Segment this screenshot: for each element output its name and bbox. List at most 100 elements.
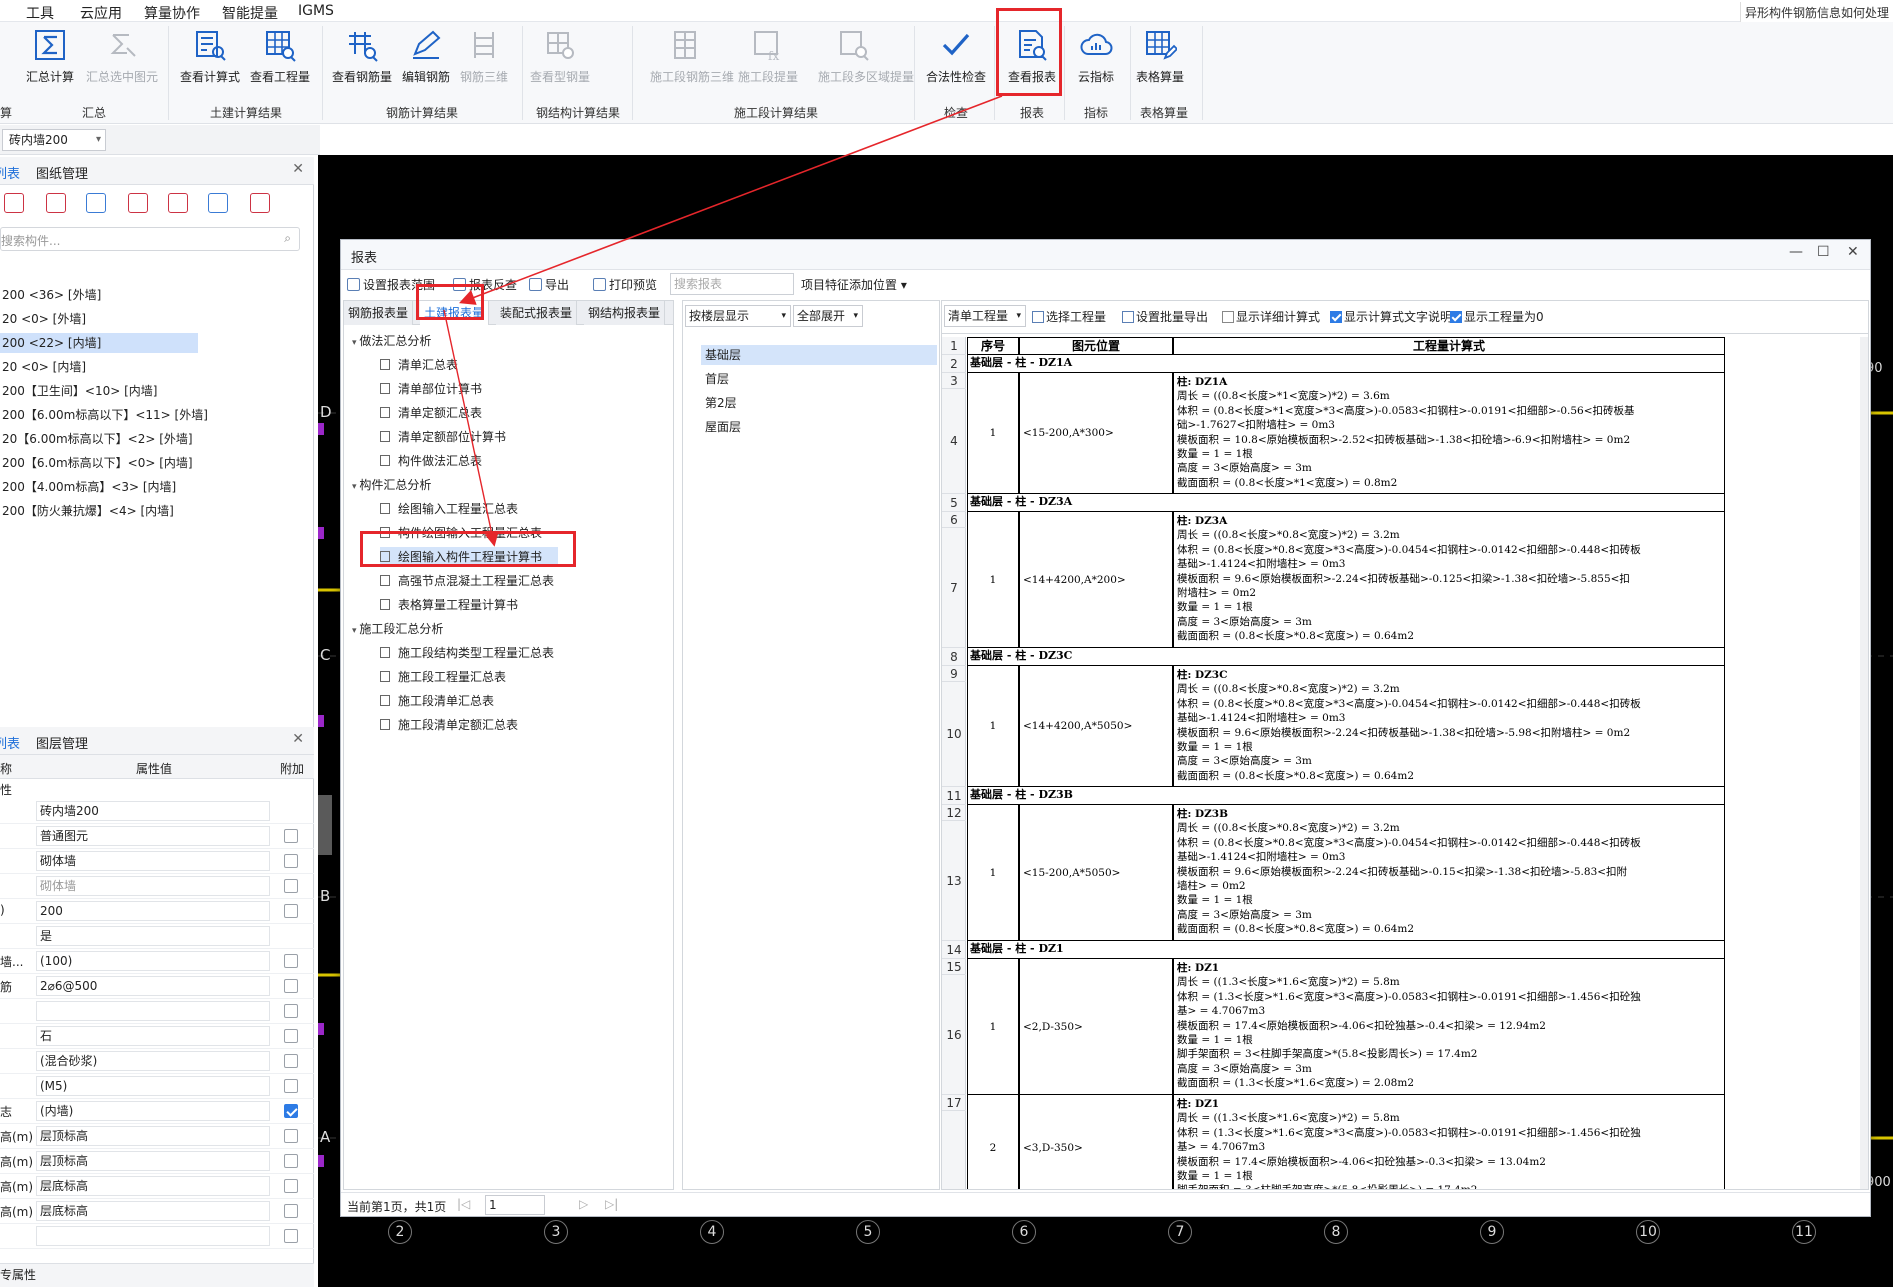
- tab-property-list[interactable]: 列表: [0, 733, 20, 752]
- menu-smart-quantity[interactable]: 智能提量: [222, 3, 278, 23]
- menu-cloud-app[interactable]: 云应用: [80, 3, 122, 23]
- property-value[interactable]: 2⌀6@500: [36, 976, 270, 996]
- report-tree-item[interactable]: 清单定额部位计算书: [380, 427, 506, 447]
- element-position-cell[interactable]: <14+4200,A*200>: [1019, 512, 1173, 648]
- sequence-cell[interactable]: 1: [967, 512, 1019, 648]
- formula-cell[interactable]: 柱: DZ3C 周长 = ((0.8<长度>*0.8<宽度>)*2) = 3.2m…: [1173, 666, 1725, 787]
- view-quantity-button[interactable]: 查看工程量: [244, 28, 316, 85]
- close-icon[interactable]: ✕: [292, 731, 304, 747]
- list-item-selected[interactable]: 200 <22> [内墙]: [0, 333, 198, 353]
- report-tree-item[interactable]: 清单部位计算书: [380, 379, 482, 399]
- notice-link[interactable]: 异形构件钢筋信息如何处理: [1739, 2, 1893, 23]
- cloud-index-button[interactable]: 云指标: [1060, 28, 1132, 85]
- list-item[interactable]: 200 <36> [外墙]: [0, 285, 101, 305]
- view-steel-button[interactable]: 查看型钢量: [524, 28, 596, 85]
- property-value[interactable]: 砌体墙: [36, 851, 270, 871]
- report-tree-item[interactable]: 清单定额汇总表: [380, 403, 482, 423]
- minimize-icon[interactable]: —: [1789, 244, 1803, 260]
- checkbox[interactable]: [1222, 311, 1234, 323]
- table-group-row[interactable]: 基础层 - 柱 - DZ3C: [967, 648, 1725, 666]
- property-add-checkbox[interactable]: [284, 954, 298, 968]
- menu-tools[interactable]: 工具: [26, 3, 54, 23]
- property-value[interactable]: (M5): [36, 1076, 270, 1096]
- rebar-3d-button[interactable]: 钢筋三维: [448, 28, 520, 85]
- summary-selected-button[interactable]: 汇总选中图元: [86, 28, 158, 85]
- tab-layer-management[interactable]: 图层管理: [36, 733, 88, 752]
- list-item[interactable]: 200【4.00m标高】<3> [内墙]: [0, 477, 176, 497]
- first-page-icon[interactable]: |◁: [457, 1197, 470, 1211]
- vertical-scrollbar[interactable]: [1860, 337, 1868, 1189]
- close-icon[interactable]: ✕: [1847, 244, 1859, 260]
- report-tree-item[interactable]: 高强节点混凝土工程量汇总表: [380, 571, 554, 591]
- property-add-checkbox[interactable]: [284, 854, 298, 868]
- component-search-input[interactable]: 搜索构件... ⌕: [0, 227, 300, 251]
- table-group-row[interactable]: 基础层 - 柱 - DZ1: [967, 941, 1725, 959]
- maximize-icon[interactable]: ☐: [1817, 244, 1830, 260]
- list-item[interactable]: 200【6.0m标高以下】<0> [内墙]: [0, 453, 193, 473]
- property-value[interactable]: 是: [36, 926, 270, 946]
- report-tree-item[interactable]: 施工段工程量汇总表: [380, 667, 506, 687]
- property-value[interactable]: 普通图元: [36, 826, 270, 846]
- select-quantity-button[interactable]: 选择工程量: [1032, 308, 1106, 325]
- property-add-checkbox[interactable]: [284, 879, 298, 893]
- property-value[interactable]: (100): [36, 951, 270, 971]
- list-item[interactable]: 200【卫生间】<10> [内墙]: [0, 381, 157, 401]
- segment-rebar-3d-button[interactable]: 施工段钢筋三维: [650, 28, 734, 85]
- element-position-cell[interactable]: <15-200,A*300>: [1019, 373, 1173, 494]
- property-add-checkbox[interactable]: [284, 829, 298, 843]
- layer-copy-icon[interactable]: [128, 193, 148, 213]
- report-tree-item[interactable]: 施工段清单定额汇总表: [380, 715, 518, 735]
- checkbox[interactable]: [1450, 311, 1462, 323]
- list-item[interactable]: 20 <0> [外墙]: [0, 309, 86, 329]
- copy-icon[interactable]: [4, 193, 24, 213]
- property-add-checkbox[interactable]: [284, 979, 298, 993]
- property-value[interactable]: [36, 1226, 270, 1246]
- table-quantity-button[interactable]: 表格算量: [1124, 28, 1196, 85]
- report-tree-group[interactable]: ▾ 施工段汇总分析: [352, 619, 443, 639]
- menu-collab[interactable]: 算量协作: [144, 3, 200, 23]
- list-item[interactable]: 200【6.00m标高以下】<11> [外墙]: [0, 405, 208, 425]
- sequence-cell[interactable]: 1: [967, 373, 1019, 494]
- element-position-cell[interactable]: <3,D-350>: [1019, 1095, 1173, 1189]
- formula-cell[interactable]: 柱: DZ1 周长 = ((1.3<长度>*1.6<宽度>)*2) = 5.8m 体…: [1173, 959, 1725, 1095]
- element-position-cell[interactable]: <2,D-350>: [1019, 959, 1173, 1095]
- element-position-cell[interactable]: <15-200,A*5050>: [1019, 805, 1173, 941]
- property-value[interactable]: 砖内墙200: [36, 801, 270, 821]
- table-group-row[interactable]: 基础层 - 柱 - DZ1A: [967, 355, 1725, 373]
- element-position-cell[interactable]: <14+4200,A*5050>: [1019, 666, 1173, 787]
- menu-igms[interactable]: IGMS: [298, 3, 334, 19]
- floor-item[interactable]: 第2层: [701, 393, 937, 413]
- quantity-type-dropdown[interactable]: 清单工程量 ▾: [944, 305, 1026, 327]
- formula-cell[interactable]: 柱: DZ3B 周长 = ((0.8<长度>*0.8<宽度>)*2) = 3.2m…: [1173, 805, 1725, 941]
- property-add-checkbox[interactable]: [284, 1079, 298, 1093]
- property-add-checkbox[interactable]: [284, 1129, 298, 1143]
- report-tree-item[interactable]: 绘图输入工程量汇总表: [380, 499, 518, 519]
- view-formula-button[interactable]: 查看计算式: [174, 28, 246, 85]
- next-page-icon[interactable]: ▷: [579, 1197, 588, 1211]
- property-add-checkbox[interactable]: [284, 1054, 298, 1068]
- segment-quantity-button[interactable]: fx 施工段提量: [732, 28, 804, 85]
- property-value[interactable]: [36, 1001, 270, 1021]
- formula-cell[interactable]: 柱: DZ3A 周长 = ((0.8<长度>*0.8<宽度>)*2) = 3.2m…: [1173, 512, 1725, 648]
- property-add-checkbox[interactable]: [284, 1204, 298, 1218]
- property-add-checkbox[interactable]: [284, 1004, 298, 1018]
- show-detail-checkbox[interactable]: 显示详细计算式: [1222, 308, 1320, 325]
- sort-icon[interactable]: [208, 193, 228, 213]
- tab-drawing-management[interactable]: 图纸管理: [36, 163, 88, 182]
- sequence-cell[interactable]: 1: [967, 959, 1019, 1095]
- show-zero-checkbox[interactable]: 显示工程量为0: [1450, 308, 1544, 325]
- report-tree-item[interactable]: 施工段清单汇总表: [380, 691, 494, 711]
- report-tree-group[interactable]: ▾ 做法汇总分析: [352, 331, 431, 351]
- floor-item[interactable]: 屋面层: [701, 417, 937, 437]
- floor-display-dropdown[interactable]: 按楼层显示 ▾: [685, 305, 791, 327]
- tab-prefab-report[interactable]: 装配式报表量: [496, 301, 578, 325]
- list-item[interactable]: 20 <0> [内墙]: [0, 357, 86, 377]
- property-add-checkbox[interactable]: [284, 1179, 298, 1193]
- sequence-cell[interactable]: 1: [967, 805, 1019, 941]
- property-value[interactable]: 层底标高: [36, 1201, 270, 1221]
- report-tree-item[interactable]: 表格算量工程量计算书: [380, 595, 518, 615]
- feature-position-dropdown[interactable]: 项目特征添加位置 ▾: [801, 276, 907, 293]
- property-value[interactable]: 层顶标高: [36, 1151, 270, 1171]
- duplicate-icon[interactable]: [86, 193, 106, 213]
- formula-cell[interactable]: 柱: DZ1 周长 = ((1.3<长度>*1.6<宽度>)*2) = 5.8m 体…: [1173, 1095, 1725, 1189]
